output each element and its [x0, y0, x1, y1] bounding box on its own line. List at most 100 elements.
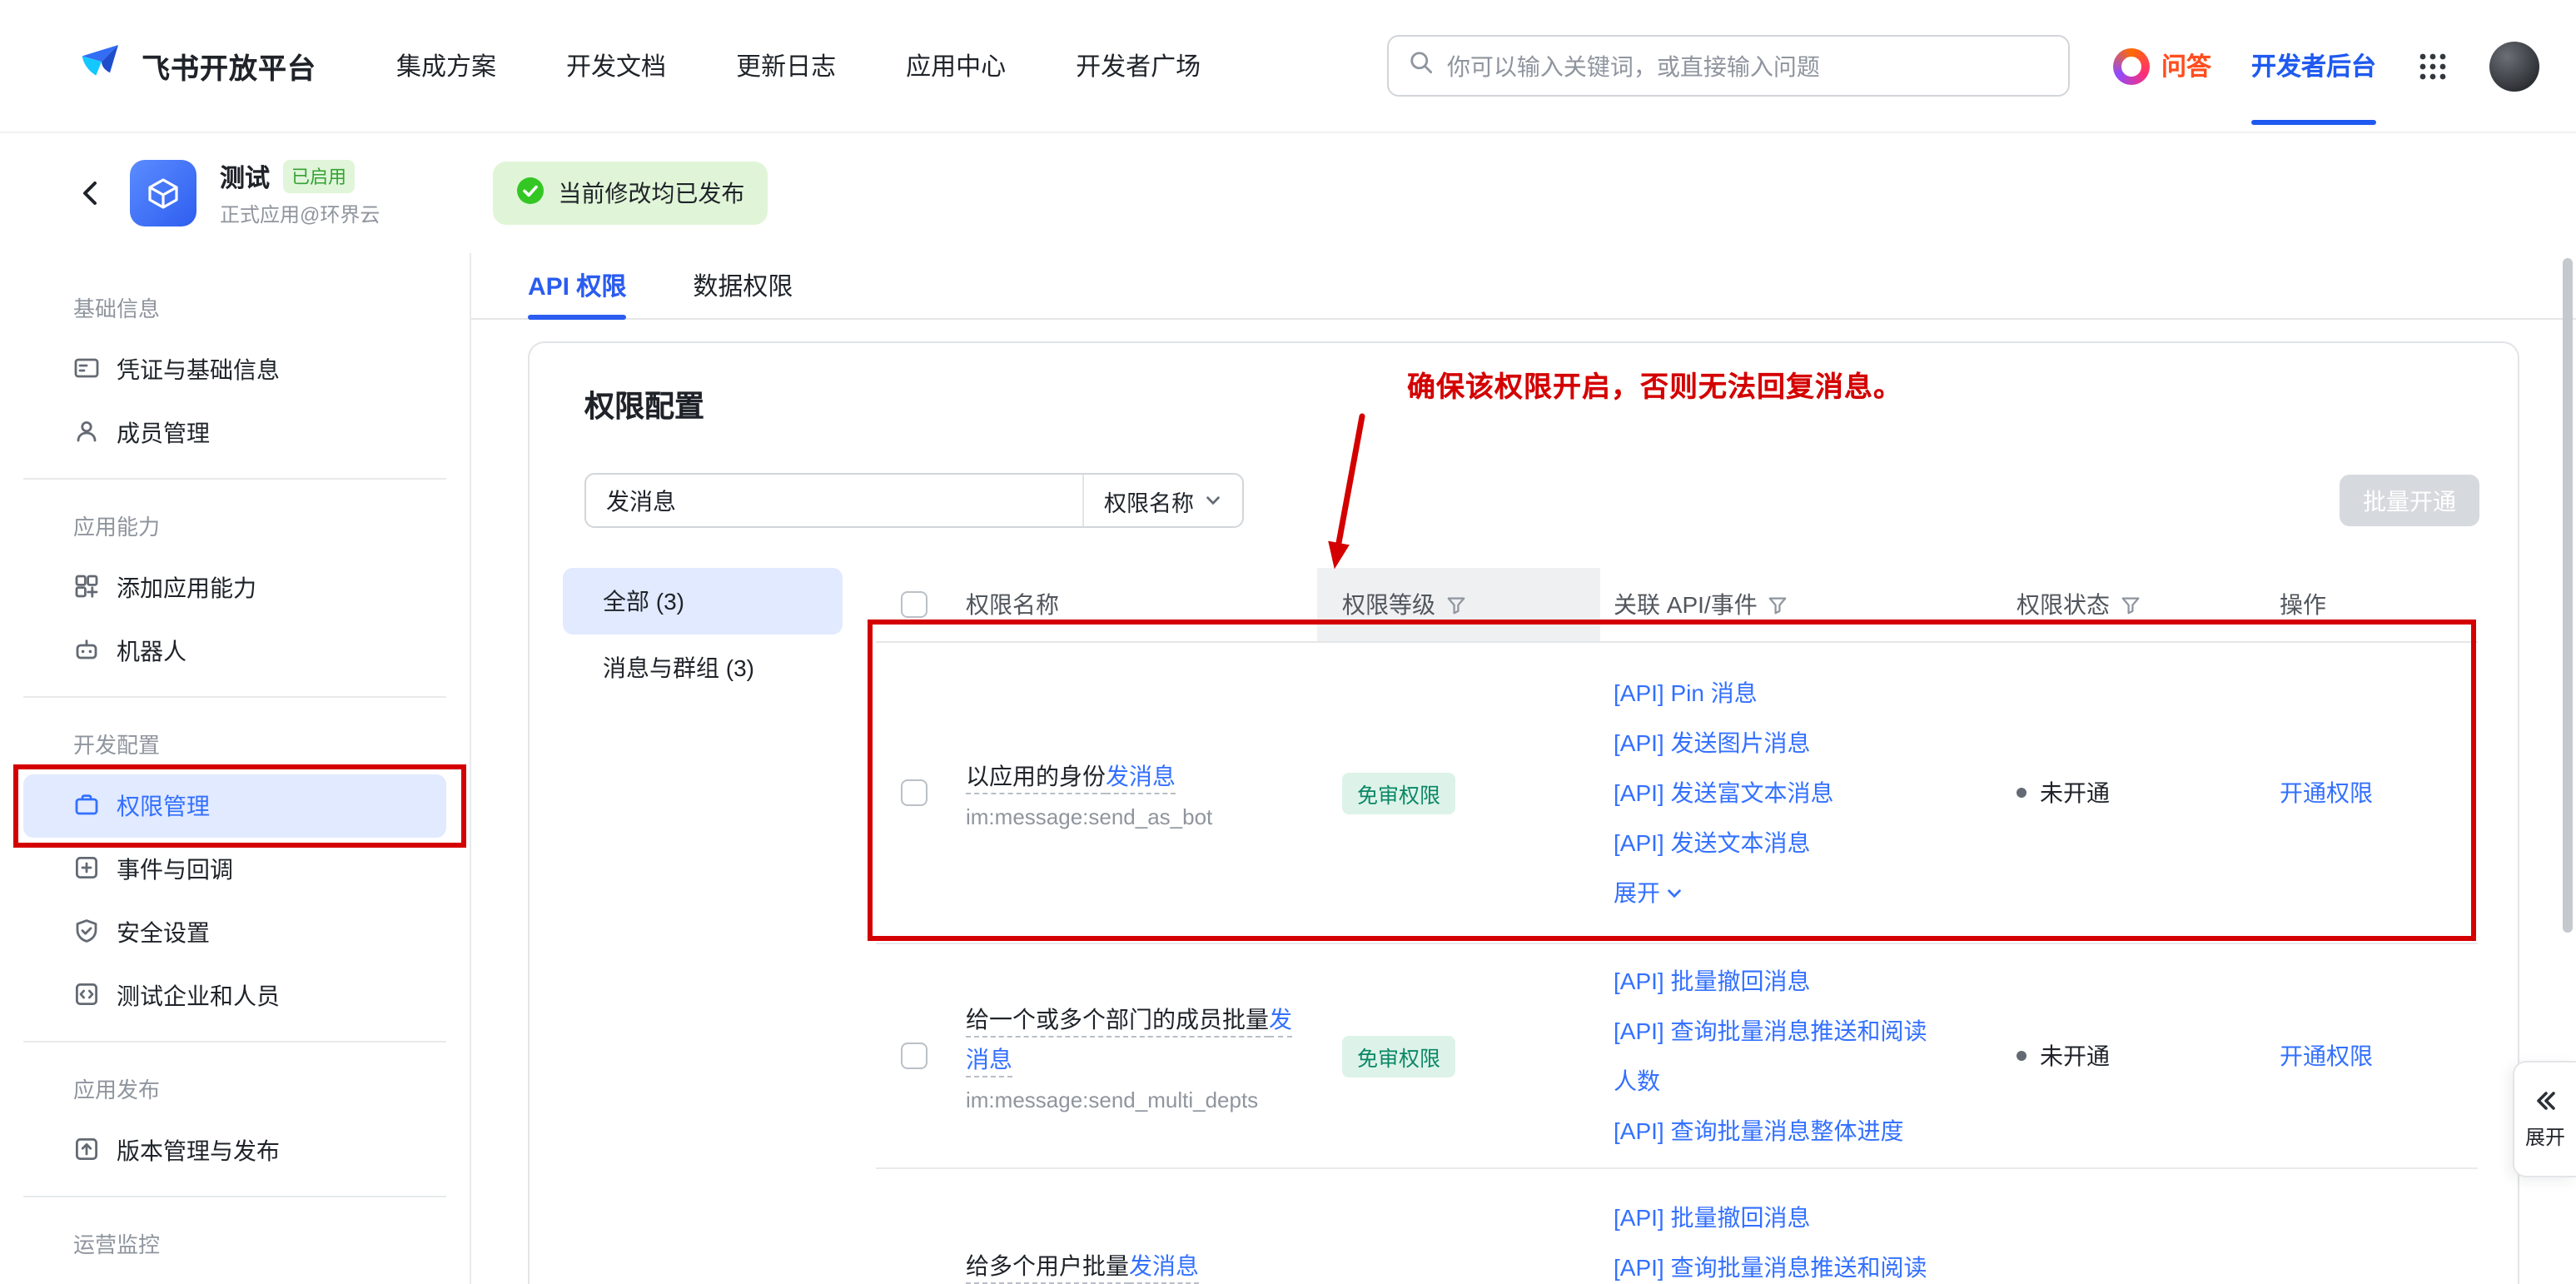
category-all[interactable]: 全部 (3)	[563, 568, 843, 635]
permission-level-badge: 免审权限	[1342, 1035, 1455, 1077]
api-link[interactable]: [API] 批量撤回消息	[1614, 1192, 1810, 1242]
briefcase-icon	[73, 790, 100, 822]
filter-funnel-icon[interactable]	[1768, 594, 1789, 615]
api-link[interactable]: [API] 批量撤回消息	[1614, 956, 1810, 1006]
divider	[23, 478, 446, 480]
grid-plus-icon	[73, 572, 100, 604]
nav-item-docs[interactable]: 开发文档	[566, 48, 666, 83]
qa-button[interactable]: 问答	[2113, 47, 2211, 84]
status-dot	[2017, 788, 2026, 798]
sidebar: 基础信息 凭证与基础信息 成员管理 应用能力	[0, 253, 471, 1284]
permission-config-title: 权限配置	[584, 383, 704, 426]
sidebar-item-label: 添加应用能力	[117, 571, 256, 605]
feishu-logo[interactable]: 飞书开放平台	[77, 37, 316, 95]
select-all-checkbox[interactable]	[901, 591, 927, 618]
sidebar-item-events[interactable]: 事件与回调	[23, 838, 446, 901]
global-search[interactable]	[1387, 35, 2070, 97]
row-checkbox[interactable]	[901, 779, 927, 806]
sidebar-item-label: 成员管理	[117, 416, 210, 450]
bulk-approve-button[interactable]: 批量开通	[2340, 475, 2479, 526]
api-link[interactable]: [API] 发送富文本消息	[1614, 768, 1833, 818]
scrollbar-thumb[interactable]	[2563, 258, 2573, 933]
publish-status-badge: 当前修改均已发布	[493, 162, 768, 225]
status-badge: 未开通	[2017, 1039, 2110, 1072]
expand-label: 展开	[1614, 868, 1660, 918]
platform-title: 飞书开放平台	[142, 45, 316, 87]
row-checkbox[interactable]	[901, 1043, 927, 1069]
status-badge: 未开通	[2017, 776, 2110, 809]
sidebar-section-release: 应用发布	[23, 1056, 446, 1119]
app-status-badge: 已启用	[283, 160, 355, 193]
permission-config-card: 权限配置 权限名称 批量开通 全部 (3) 消息与群组 (3) 权限名称	[528, 341, 2519, 1284]
expand-link[interactable]: 展开	[1614, 868, 1683, 918]
api-link[interactable]: [API] 发送图片消息	[1614, 718, 1810, 768]
search-input[interactable]	[1447, 52, 2048, 79]
feishu-logo-icon	[77, 37, 127, 95]
apps-grid-button[interactable]	[2416, 49, 2449, 82]
permission-table: 权限名称 权限等级 关联 API/事件 权限状态 操作	[876, 568, 2478, 1284]
code-square-icon	[73, 980, 100, 1012]
category-list: 全部 (3) 消息与群组 (3)	[563, 568, 843, 701]
avatar[interactable]	[2489, 41, 2539, 91]
qa-label: 问答	[2161, 48, 2211, 83]
sidebar-item-members[interactable]: 成员管理	[23, 401, 446, 465]
table-header-row: 权限名称 权限等级 关联 API/事件 权限状态 操作	[876, 568, 2478, 643]
person-icon	[73, 417, 100, 449]
permission-search-input[interactable]	[586, 475, 1082, 526]
tab-data-permission[interactable]: 数据权限	[693, 253, 793, 318]
upload-square-icon	[73, 1135, 100, 1167]
col-related-api: 关联 API/事件	[1614, 588, 1758, 621]
sidebar-item-security[interactable]: 安全设置	[23, 901, 446, 964]
sidebar-item-label: 机器人	[117, 635, 186, 668]
sidebar-item-bot[interactable]: 机器人	[23, 620, 446, 683]
filter-funnel-icon[interactable]	[1445, 594, 1467, 615]
developer-console-link[interactable]: 开发者后台	[2251, 0, 2376, 132]
api-link[interactable]: [API] 查询批量消息整体进度	[1614, 1106, 1903, 1156]
id-card-icon	[73, 354, 100, 386]
sidebar-item-permissions[interactable]: 权限管理	[23, 774, 446, 838]
double-chevron-left-icon	[2532, 1087, 2559, 1114]
expand-panel-button[interactable]: 展开	[2513, 1061, 2576, 1177]
app-header-bar: 测试 已启用 正式应用@环界云 当前修改均已发布	[0, 133, 2576, 253]
category-message-group[interactable]: 消息与群组 (3)	[563, 635, 843, 701]
nav-item-changelog[interactable]: 更新日志	[736, 48, 836, 83]
sidebar-item-test-org[interactable]: 测试企业和人员	[23, 964, 446, 1028]
divider	[23, 1196, 446, 1197]
back-button[interactable]	[77, 178, 107, 208]
api-link[interactable]: [API] 查询批量消息推送和阅读人数	[1614, 1006, 1950, 1106]
publish-status-text: 当前修改均已发布	[558, 177, 744, 210]
square-plus-icon	[73, 854, 100, 885]
col-action: 操作	[2280, 588, 2326, 621]
tab-api-permission[interactable]: API 权限	[528, 253, 626, 318]
nav-item-app-center[interactable]: 应用中心	[906, 48, 1006, 83]
app-meta: 测试 已启用 正式应用@环界云	[220, 159, 380, 227]
api-link[interactable]: [API] 查询批量消息推送和阅读	[1614, 1242, 1927, 1284]
api-link[interactable]: [API] Pin 消息	[1614, 668, 1758, 718]
sidebar-item-version[interactable]: 版本管理与发布	[23, 1119, 446, 1182]
open-permission-link[interactable]: 开通权限	[2280, 776, 2373, 809]
sidebar-item-add-capability[interactable]: 添加应用能力	[23, 556, 446, 620]
expander-label: 展开	[2525, 1122, 2565, 1151]
api-link[interactable]: [API] 发送文本消息	[1614, 818, 1810, 868]
open-permission-link[interactable]: 开通权限	[2280, 1039, 2373, 1072]
top-right-cluster: 问答 开发者后台	[2113, 0, 2539, 132]
sidebar-item-label: 凭证与基础信息	[117, 353, 280, 386]
sidebar-item-label: 事件与回调	[117, 853, 233, 886]
nav-item-integration[interactable]: 集成方案	[396, 48, 496, 83]
filter-funnel-icon[interactable]	[2120, 594, 2141, 615]
sidebar-item-credentials[interactable]: 凭证与基础信息	[23, 338, 446, 401]
nav-item-dev-plaza[interactable]: 开发者广场	[1076, 48, 1201, 83]
permission-level-badge: 免审权限	[1342, 772, 1455, 814]
main-content: API 权限 数据权限 权限配置 权限名称 批量开通 全部 (3) 消息与群组 …	[471, 253, 2576, 1284]
check-circle-icon	[516, 177, 545, 210]
chevron-down-icon	[1665, 883, 1683, 902]
app-name: 测试	[220, 159, 270, 194]
permission-field-select[interactable]: 权限名称	[1082, 475, 1242, 526]
divider	[23, 1041, 446, 1043]
col-permission-name: 权限名称	[966, 588, 1059, 621]
search-icon	[1409, 49, 1434, 82]
permission-name: 以应用的身份发消息	[966, 756, 1176, 796]
top-nav: 集成方案 开发文档 更新日志 应用中心 开发者广场	[396, 48, 1201, 83]
permission-tabs: API 权限 数据权限	[471, 253, 2576, 320]
divider	[23, 696, 446, 698]
